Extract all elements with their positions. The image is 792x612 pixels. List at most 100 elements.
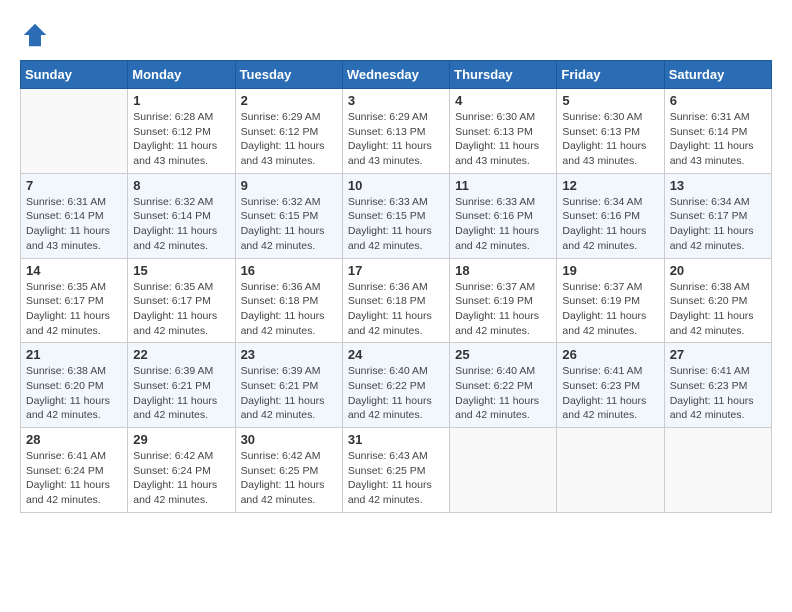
calendar-cell: 17 Sunrise: 6:36 AM Sunset: 6:18 PM Dayli…	[342, 258, 449, 343]
calendar-cell: 20 Sunrise: 6:38 AM Sunset: 6:20 PM Dayli…	[664, 258, 771, 343]
day-number: 21	[26, 347, 122, 362]
day-number: 11	[455, 178, 551, 193]
day-number: 29	[133, 432, 229, 447]
calendar-cell: 1Sunrise: 6:28 AM Sunset: 6:12 PM Daylig…	[128, 89, 235, 174]
calendar-cell: 2 Sunrise: 6:29 AM Sunset: 6:12 PM Daylig…	[235, 89, 342, 174]
calendar-week-row: 1Sunrise: 6:28 AM Sunset: 6:12 PM Daylig…	[21, 89, 772, 174]
day-info: Sunrise: 6:41 AM Sunset: 6:23 PM Dayligh…	[562, 364, 658, 423]
calendar-week-row: 21 Sunrise: 6:38 AM Sunset: 6:20 PM Dayli…	[21, 343, 772, 428]
calendar-cell: 30 Sunrise: 6:42 AM Sunset: 6:25 PM Dayli…	[235, 428, 342, 513]
day-number: 5	[562, 93, 658, 108]
day-number: 13	[670, 178, 766, 193]
day-info: Sunrise: 6:29 AM Sunset: 6:12 PM Dayligh…	[241, 110, 337, 169]
day-number: 18	[455, 263, 551, 278]
calendar-cell: 16 Sunrise: 6:36 AM Sunset: 6:18 PM Dayli…	[235, 258, 342, 343]
day-number: 17	[348, 263, 444, 278]
day-info: Sunrise: 6:34 AM Sunset: 6:17 PM Dayligh…	[670, 195, 766, 254]
calendar-cell: 4Sunrise: 6:30 AM Sunset: 6:13 PM Daylig…	[450, 89, 557, 174]
day-info: Sunrise: 6:36 AM Sunset: 6:18 PM Dayligh…	[348, 280, 444, 339]
day-info: Sunrise: 6:37 AM Sunset: 6:19 PM Dayligh…	[562, 280, 658, 339]
header-thursday: Thursday	[450, 61, 557, 89]
calendar-cell: 26 Sunrise: 6:41 AM Sunset: 6:23 PM Dayli…	[557, 343, 664, 428]
day-number: 23	[241, 347, 337, 362]
calendar-cell: 5 Sunrise: 6:30 AM Sunset: 6:13 PM Daylig…	[557, 89, 664, 174]
day-info: Sunrise: 6:43 AM Sunset: 6:25 PM Dayligh…	[348, 449, 444, 508]
day-number: 31	[348, 432, 444, 447]
calendar-cell: 3Sunrise: 6:29 AM Sunset: 6:13 PM Daylig…	[342, 89, 449, 174]
header-monday: Monday	[128, 61, 235, 89]
day-info: Sunrise: 6:39 AM Sunset: 6:21 PM Dayligh…	[241, 364, 337, 423]
calendar-week-row: 7 Sunrise: 6:31 AM Sunset: 6:14 PM Daylig…	[21, 173, 772, 258]
day-info: Sunrise: 6:31 AM Sunset: 6:14 PM Dayligh…	[26, 195, 122, 254]
day-info: Sunrise: 6:30 AM Sunset: 6:13 PM Dayligh…	[562, 110, 658, 169]
day-number: 26	[562, 347, 658, 362]
calendar-cell: 12 Sunrise: 6:34 AM Sunset: 6:16 PM Dayli…	[557, 173, 664, 258]
day-number: 19	[562, 263, 658, 278]
header-wednesday: Wednesday	[342, 61, 449, 89]
calendar-header-row: SundayMondayTuesdayWednesdayThursdayFrid…	[21, 61, 772, 89]
day-number: 22	[133, 347, 229, 362]
day-info: Sunrise: 6:40 AM Sunset: 6:22 PM Dayligh…	[348, 364, 444, 423]
day-number: 20	[670, 263, 766, 278]
header-tuesday: Tuesday	[235, 61, 342, 89]
calendar-cell: 8Sunrise: 6:32 AM Sunset: 6:14 PM Daylig…	[128, 173, 235, 258]
header-friday: Friday	[557, 61, 664, 89]
day-number: 16	[241, 263, 337, 278]
day-number: 28	[26, 432, 122, 447]
calendar-cell: 18 Sunrise: 6:37 AM Sunset: 6:19 PM Dayli…	[450, 258, 557, 343]
day-info: Sunrise: 6:33 AM Sunset: 6:15 PM Dayligh…	[348, 195, 444, 254]
calendar-cell: 27Sunrise: 6:41 AM Sunset: 6:23 PM Dayli…	[664, 343, 771, 428]
day-number: 8	[133, 178, 229, 193]
day-number: 10	[348, 178, 444, 193]
calendar-cell: 10 Sunrise: 6:33 AM Sunset: 6:15 PM Dayli…	[342, 173, 449, 258]
calendar-cell	[21, 89, 128, 174]
calendar-cell: 7 Sunrise: 6:31 AM Sunset: 6:14 PM Daylig…	[21, 173, 128, 258]
calendar-week-row: 28 Sunrise: 6:41 AM Sunset: 6:24 PM Dayli…	[21, 428, 772, 513]
calendar-cell: 9Sunrise: 6:32 AM Sunset: 6:15 PM Daylig…	[235, 173, 342, 258]
day-info: Sunrise: 6:38 AM Sunset: 6:20 PM Dayligh…	[670, 280, 766, 339]
day-number: 30	[241, 432, 337, 447]
page-header	[20, 20, 772, 50]
day-info: Sunrise: 6:28 AM Sunset: 6:12 PM Dayligh…	[133, 110, 229, 169]
day-info: Sunrise: 6:41 AM Sunset: 6:23 PM Dayligh…	[670, 364, 766, 423]
calendar-cell: 24Sunrise: 6:40 AM Sunset: 6:22 PM Dayli…	[342, 343, 449, 428]
header-sunday: Sunday	[21, 61, 128, 89]
day-info: Sunrise: 6:39 AM Sunset: 6:21 PM Dayligh…	[133, 364, 229, 423]
day-info: Sunrise: 6:33 AM Sunset: 6:16 PM Dayligh…	[455, 195, 551, 254]
day-number: 2	[241, 93, 337, 108]
calendar-cell: 11 Sunrise: 6:33 AM Sunset: 6:16 PM Dayli…	[450, 173, 557, 258]
calendar-cell: 15Sunrise: 6:35 AM Sunset: 6:17 PM Dayli…	[128, 258, 235, 343]
logo-icon	[20, 20, 50, 50]
day-info: Sunrise: 6:36 AM Sunset: 6:18 PM Dayligh…	[241, 280, 337, 339]
day-number: 12	[562, 178, 658, 193]
calendar-cell	[450, 428, 557, 513]
day-number: 3	[348, 93, 444, 108]
logo	[20, 20, 54, 50]
calendar-cell: 28 Sunrise: 6:41 AM Sunset: 6:24 PM Dayli…	[21, 428, 128, 513]
day-info: Sunrise: 6:37 AM Sunset: 6:19 PM Dayligh…	[455, 280, 551, 339]
calendar-cell: 29 Sunrise: 6:42 AM Sunset: 6:24 PM Dayli…	[128, 428, 235, 513]
calendar-cell	[664, 428, 771, 513]
header-saturday: Saturday	[664, 61, 771, 89]
calendar-cell: 14Sunrise: 6:35 AM Sunset: 6:17 PM Dayli…	[21, 258, 128, 343]
day-info: Sunrise: 6:30 AM Sunset: 6:13 PM Dayligh…	[455, 110, 551, 169]
calendar-cell: 25Sunrise: 6:40 AM Sunset: 6:22 PM Dayli…	[450, 343, 557, 428]
calendar-table: SundayMondayTuesdayWednesdayThursdayFrid…	[20, 60, 772, 513]
calendar-cell: 6 Sunrise: 6:31 AM Sunset: 6:14 PM Daylig…	[664, 89, 771, 174]
day-number: 14	[26, 263, 122, 278]
day-info: Sunrise: 6:32 AM Sunset: 6:15 PM Dayligh…	[241, 195, 337, 254]
day-info: Sunrise: 6:41 AM Sunset: 6:24 PM Dayligh…	[26, 449, 122, 508]
day-number: 7	[26, 178, 122, 193]
day-number: 15	[133, 263, 229, 278]
day-info: Sunrise: 6:34 AM Sunset: 6:16 PM Dayligh…	[562, 195, 658, 254]
day-info: Sunrise: 6:42 AM Sunset: 6:25 PM Dayligh…	[241, 449, 337, 508]
day-info: Sunrise: 6:38 AM Sunset: 6:20 PM Dayligh…	[26, 364, 122, 423]
calendar-week-row: 14Sunrise: 6:35 AM Sunset: 6:17 PM Dayli…	[21, 258, 772, 343]
calendar-cell: 21 Sunrise: 6:38 AM Sunset: 6:20 PM Dayli…	[21, 343, 128, 428]
day-info: Sunrise: 6:31 AM Sunset: 6:14 PM Dayligh…	[670, 110, 766, 169]
day-number: 6	[670, 93, 766, 108]
calendar-cell: 22 Sunrise: 6:39 AM Sunset: 6:21 PM Dayli…	[128, 343, 235, 428]
day-info: Sunrise: 6:40 AM Sunset: 6:22 PM Dayligh…	[455, 364, 551, 423]
calendar-cell: 19 Sunrise: 6:37 AM Sunset: 6:19 PM Dayli…	[557, 258, 664, 343]
day-info: Sunrise: 6:42 AM Sunset: 6:24 PM Dayligh…	[133, 449, 229, 508]
